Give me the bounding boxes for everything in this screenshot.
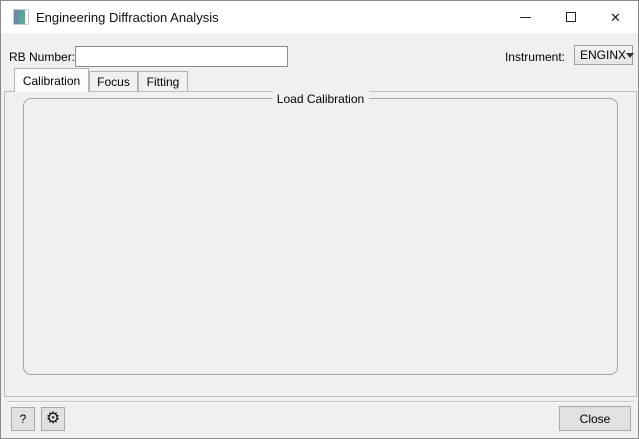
tab-focus-label: Focus bbox=[97, 75, 130, 89]
minimize-button[interactable] bbox=[503, 1, 548, 33]
instrument-label: Instrument: bbox=[505, 49, 565, 65]
tab-fitting[interactable]: Fitting bbox=[138, 71, 188, 92]
close-window-button[interactable]: ✕ bbox=[593, 1, 638, 33]
footer-separator bbox=[7, 401, 634, 403]
maximize-icon bbox=[566, 12, 576, 22]
group-title: Load Calibration bbox=[272, 91, 369, 107]
instrument-select[interactable]: ENGINX bbox=[574, 45, 633, 65]
tab-fitting-label: Fitting bbox=[147, 75, 180, 89]
tab-calibration-label: Calibration bbox=[23, 74, 80, 88]
tab-focus[interactable]: Focus bbox=[89, 71, 138, 92]
minimize-icon bbox=[520, 17, 531, 18]
settings-button[interactable]: ⚙ bbox=[41, 407, 65, 431]
instrument-value: ENGINX bbox=[580, 48, 626, 62]
rb-number-input[interactable] bbox=[75, 46, 288, 67]
close-button[interactable]: Close bbox=[559, 406, 631, 431]
close-icon: ✕ bbox=[610, 11, 621, 24]
tab-calibration[interactable]: Calibration bbox=[14, 68, 89, 92]
maximize-button[interactable] bbox=[548, 1, 593, 33]
window-title: Engineering Diffraction Analysis bbox=[36, 10, 219, 25]
rb-number-label: RB Number: bbox=[9, 49, 75, 65]
help-button[interactable]: ? bbox=[11, 407, 35, 431]
load-calibration-group: Load Calibration bbox=[23, 98, 618, 375]
engineering-diffraction-window: Engineering Diffraction Analysis ✕ RB Nu… bbox=[0, 0, 639, 439]
chevron-down-icon bbox=[626, 53, 634, 58]
gear-icon: ⚙ bbox=[46, 411, 60, 427]
title-bar: Engineering Diffraction Analysis ✕ bbox=[1, 1, 638, 33]
app-icon bbox=[13, 9, 29, 25]
